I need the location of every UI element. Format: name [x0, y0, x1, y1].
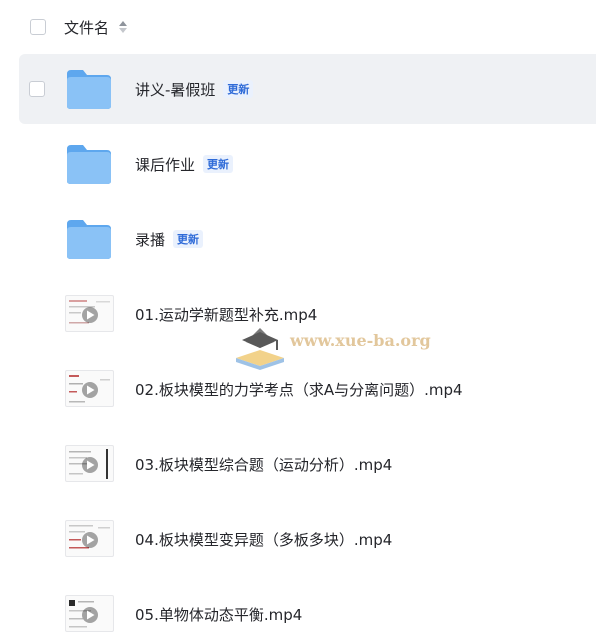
- play-icon: [69, 525, 110, 549]
- list-item[interactable]: 录播 更新: [19, 204, 596, 274]
- sort-icon[interactable]: [118, 19, 128, 35]
- update-badge: 更新: [223, 80, 254, 98]
- select-all-checkbox[interactable]: [30, 19, 46, 35]
- list-item[interactable]: 讲义-暑假班 更新: [19, 54, 596, 124]
- file-name[interactable]: 02.板块模型的力学考点（求A与分离问题）.mp4: [135, 379, 463, 400]
- file-name[interactable]: 04.板块模型变异题（多板多块）.mp4: [135, 529, 392, 550]
- column-header-filename[interactable]: 文件名: [64, 17, 109, 38]
- list-item[interactable]: 04.板块模型变异题（多板多块）.mp4: [19, 504, 596, 574]
- file-name[interactable]: 课后作业 更新: [135, 154, 234, 175]
- update-badge: 更新: [173, 230, 204, 248]
- video-thumbnail: [65, 520, 114, 557]
- file-name[interactable]: 03.板块模型综合题（运动分析）.mp4: [135, 454, 392, 475]
- folder-icon: [67, 70, 111, 109]
- file-name[interactable]: 讲义-暑假班 更新: [135, 79, 254, 100]
- folder-icon: [67, 145, 111, 184]
- list-header: 文件名: [0, 0, 596, 54]
- play-icon: [69, 300, 110, 324]
- list-item[interactable]: 05.单物体动态平衡.mp4: [19, 579, 596, 644]
- play-icon: [69, 449, 108, 479]
- file-name[interactable]: 05.单物体动态平衡.mp4: [135, 604, 302, 625]
- play-icon: [69, 375, 110, 403]
- watermark: www.xue-ba.org: [232, 322, 432, 372]
- video-thumbnail: [65, 370, 114, 407]
- file-list: 文件名 讲义-暑假班 更新 课后作业 更新 录播 更新 01.运动学新题型补充.…: [0, 0, 596, 644]
- list-item[interactable]: 03.板块模型综合题（运动分析）.mp4: [19, 429, 596, 499]
- update-badge: 更新: [203, 155, 234, 173]
- video-thumbnail: [65, 595, 114, 632]
- row-checkbox[interactable]: [29, 81, 45, 97]
- folder-icon: [67, 220, 111, 259]
- video-thumbnail: [65, 445, 114, 482]
- list-item[interactable]: 课后作业 更新: [19, 129, 596, 199]
- video-thumbnail: [65, 295, 114, 332]
- file-name-text: 课后作业: [135, 156, 196, 174]
- graduation-cap-logo: [236, 328, 284, 370]
- file-name[interactable]: 录播 更新: [135, 229, 204, 250]
- watermark-text: www.xue-ba.org: [290, 331, 431, 350]
- play-icon: [69, 600, 98, 628]
- file-name-text: 录播: [135, 231, 166, 249]
- file-name-text: 讲义-暑假班: [135, 81, 216, 99]
